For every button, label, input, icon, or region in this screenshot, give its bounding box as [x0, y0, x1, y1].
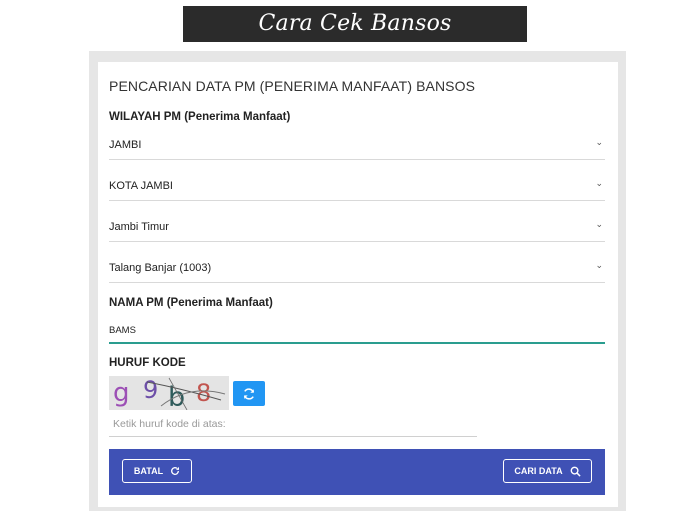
cari-data-button[interactable]: CARI DATA: [503, 459, 592, 483]
village-select[interactable]: Talang Banjar (1003) ⌄: [109, 254, 605, 283]
captcha-input-placeholder: Ketik huruf kode di atas:: [113, 418, 226, 430]
banner-title: Cara Cek Bansos Kemensos.go.id BBM: [183, 6, 527, 72]
district-select[interactable]: Jambi Timur ⌄: [109, 213, 605, 242]
batal-button-label: BATAL: [133, 466, 164, 476]
captcha-char: g: [113, 378, 130, 408]
refresh-captcha-button[interactable]: [233, 381, 265, 406]
refresh-icon: [243, 387, 255, 400]
province-select-value: JAMBI: [109, 139, 142, 151]
chevron-down-icon: ⌄: [595, 219, 603, 229]
province-select[interactable]: JAMBI ⌄: [109, 131, 605, 160]
captcha-image: g 9 b 8: [109, 376, 229, 410]
search-icon: [570, 466, 581, 477]
kode-label: HURUF KODE: [109, 357, 186, 369]
cari-data-button-label: CARI DATA: [514, 466, 563, 476]
search-form-card: PENCARIAN DATA PM (PENERIMA MANFAAT) BAN…: [98, 62, 618, 507]
chevron-down-icon: ⌄: [595, 260, 603, 270]
batal-button[interactable]: BATAL: [122, 459, 192, 483]
captcha-char: 8: [196, 379, 211, 407]
form-footer: BATAL CARI DATA: [109, 449, 605, 495]
wilayah-label: WILAYAH PM (Penerima Manfaat): [109, 111, 291, 123]
reset-icon: [171, 466, 180, 475]
city-select[interactable]: KOTA JAMBI ⌄: [109, 172, 605, 201]
name-input[interactable]: BAMS: [109, 316, 605, 344]
chevron-down-icon: ⌄: [595, 137, 603, 147]
name-input-value: BAMS: [109, 325, 136, 336]
chevron-down-icon: ⌄: [595, 178, 603, 188]
captcha-input[interactable]: Ketik huruf kode di atas:: [109, 417, 477, 437]
nama-label: NAMA PM (Penerima Manfaat): [109, 297, 273, 309]
city-select-value: KOTA JAMBI: [109, 180, 173, 192]
form-title: PENCARIAN DATA PM (PENERIMA MANFAAT) BAN…: [109, 78, 476, 94]
village-select-value: Talang Banjar (1003): [109, 262, 212, 274]
captcha-char: 9: [143, 376, 158, 404]
district-select-value: Jambi Timur: [109, 221, 169, 233]
